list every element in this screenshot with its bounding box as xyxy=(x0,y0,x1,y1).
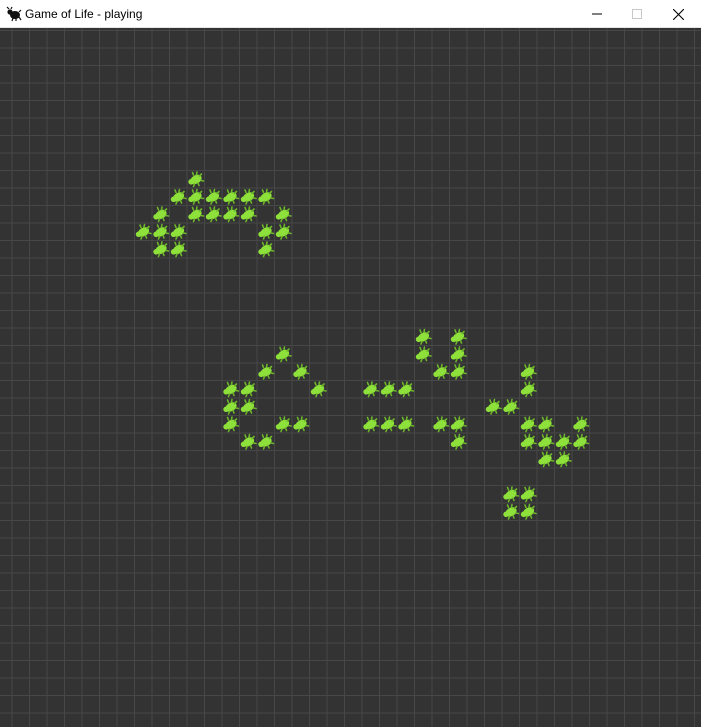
live-cell[interactable] xyxy=(258,433,275,450)
cell-layer xyxy=(135,171,590,520)
live-cell[interactable] xyxy=(398,416,415,433)
live-cell[interactable] xyxy=(555,433,572,450)
live-cell[interactable] xyxy=(240,188,257,205)
live-cell[interactable] xyxy=(153,223,170,240)
live-cell[interactable] xyxy=(573,416,590,433)
game-window: Game of Life - playing xyxy=(0,0,701,727)
live-cell[interactable] xyxy=(240,381,257,398)
live-cell[interactable] xyxy=(415,346,432,363)
live-cell[interactable] xyxy=(538,433,555,450)
live-cell[interactable] xyxy=(135,223,152,240)
live-cell[interactable] xyxy=(503,486,520,503)
live-cell[interactable] xyxy=(275,346,292,363)
live-cell[interactable] xyxy=(275,223,292,240)
live-cell[interactable] xyxy=(310,381,327,398)
live-cell[interactable] xyxy=(398,381,415,398)
live-cell[interactable] xyxy=(450,363,467,380)
live-cell[interactable] xyxy=(258,188,275,205)
live-cell[interactable] xyxy=(433,416,450,433)
game-board[interactable] xyxy=(0,28,701,727)
live-cell[interactable] xyxy=(363,416,380,433)
live-cell[interactable] xyxy=(223,398,240,415)
live-cell[interactable] xyxy=(520,486,537,503)
live-cell[interactable] xyxy=(240,398,257,415)
live-cell[interactable] xyxy=(258,223,275,240)
live-cell[interactable] xyxy=(520,381,537,398)
live-cell[interactable] xyxy=(380,381,397,398)
live-cell[interactable] xyxy=(223,381,240,398)
live-cell[interactable] xyxy=(293,363,310,380)
live-cell[interactable] xyxy=(153,206,170,223)
live-cell[interactable] xyxy=(188,171,205,188)
live-cell[interactable] xyxy=(258,363,275,380)
live-cell[interactable] xyxy=(503,398,520,415)
live-cell[interactable] xyxy=(188,206,205,223)
live-cell[interactable] xyxy=(450,346,467,363)
close-icon xyxy=(672,8,684,20)
live-cell[interactable] xyxy=(170,223,187,240)
maximize-icon xyxy=(632,9,642,19)
live-cell[interactable] xyxy=(450,433,467,450)
close-button[interactable] xyxy=(655,0,701,28)
live-cell[interactable] xyxy=(205,188,222,205)
live-cell[interactable] xyxy=(520,433,537,450)
live-cell[interactable] xyxy=(520,416,537,433)
live-cell[interactable] xyxy=(485,398,502,415)
title-bar[interactable]: Game of Life - playing xyxy=(0,0,701,28)
live-cell[interactable] xyxy=(520,363,537,380)
window-title: Game of Life - playing xyxy=(25,7,143,21)
live-cell[interactable] xyxy=(450,416,467,433)
live-cell[interactable] xyxy=(520,503,537,520)
live-cell[interactable] xyxy=(205,206,222,223)
live-cell[interactable] xyxy=(170,241,187,258)
live-cell[interactable] xyxy=(293,416,310,433)
live-cell[interactable] xyxy=(153,241,170,258)
live-cell[interactable] xyxy=(450,328,467,345)
live-cell[interactable] xyxy=(415,328,432,345)
live-cell[interactable] xyxy=(223,206,240,223)
live-cell[interactable] xyxy=(240,433,257,450)
live-cell[interactable] xyxy=(433,363,450,380)
live-cell[interactable] xyxy=(170,188,187,205)
live-cell[interactable] xyxy=(188,188,205,205)
live-cell[interactable] xyxy=(240,206,257,223)
live-cell[interactable] xyxy=(538,451,555,468)
live-cell[interactable] xyxy=(503,503,520,520)
live-cell[interactable] xyxy=(538,416,555,433)
minimize-icon xyxy=(592,13,602,15)
live-cell[interactable] xyxy=(275,416,292,433)
live-cell[interactable] xyxy=(555,451,572,468)
live-cell[interactable] xyxy=(223,416,240,433)
live-cell[interactable] xyxy=(363,381,380,398)
live-cell[interactable] xyxy=(573,433,590,450)
live-cell[interactable] xyxy=(223,188,240,205)
live-cell[interactable] xyxy=(258,241,275,258)
live-cell[interactable] xyxy=(275,206,292,223)
live-cell[interactable] xyxy=(380,416,397,433)
bug-icon xyxy=(6,6,22,22)
maximize-button[interactable] xyxy=(614,0,660,28)
